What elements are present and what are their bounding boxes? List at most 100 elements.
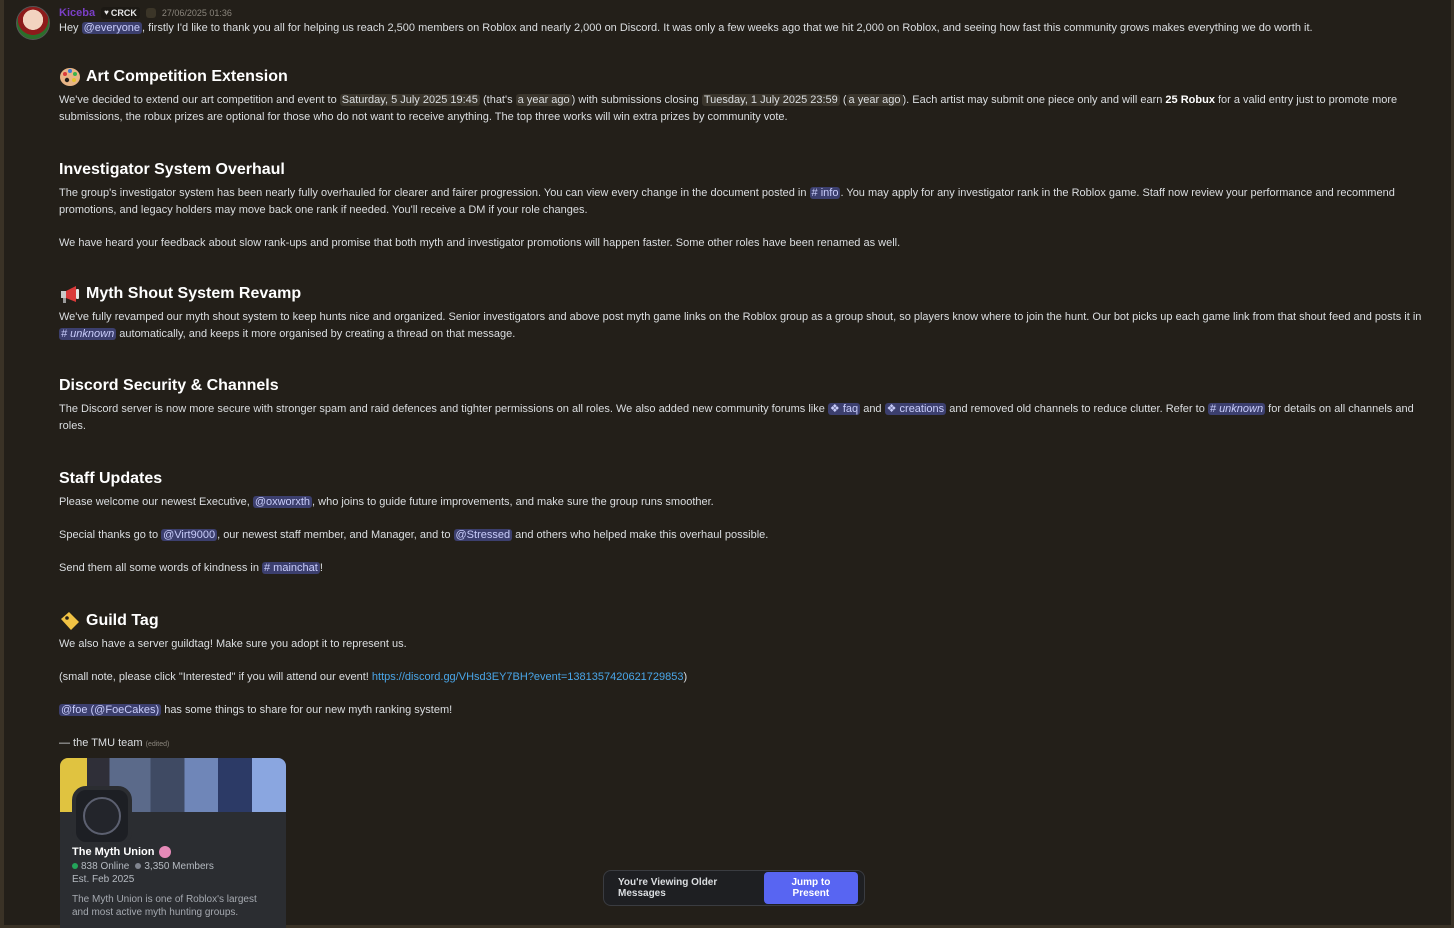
edited-label: (edited) <box>145 741 170 748</box>
staff-paragraph-2: Special thanks go to @Virt9000, our newe… <box>59 527 1419 544</box>
security-text-2: and <box>860 403 885 415</box>
server-invite-card[interactable]: The Myth Union 838 Online 3,350 Members … <box>60 758 286 928</box>
art-date-1[interactable]: Saturday, 5 July 2025 19:45 <box>339 94 480 106</box>
guild-tag-label: CRCK <box>110 7 137 18</box>
guild-heading: Guild Tag <box>59 610 1419 632</box>
shout-text-1: We've fully revamped our myth shout syst… <box>59 311 1422 323</box>
guild-tag-badge[interactable]: ♥ CRCK <box>101 6 140 19</box>
art-text-1: We've decided to extend our art competit… <box>59 94 340 106</box>
mention-virt9000[interactable]: @Virt9000 <box>161 529 218 541</box>
intro-block: Hey @everyone, firstly I'd like to thank… <box>59 20 1429 37</box>
mention-everyone[interactable]: @everyone <box>81 22 143 34</box>
art-relative-2[interactable]: a year ago <box>846 94 903 106</box>
palette-icon <box>60 68 80 86</box>
guild-paragraph-2: (small note, please click "Interested" i… <box>59 669 1419 686</box>
server-name-label: The Myth Union <box>72 846 155 858</box>
art-date-2[interactable]: Tuesday, 1 July 2025 23:59 <box>701 94 840 106</box>
shout-section: Myth Shout System Revamp We've fully rev… <box>59 283 1424 343</box>
staff-text-1a: Please welcome our newest Executive, <box>59 496 253 508</box>
security-text-1: The Discord server is now more secure wi… <box>59 403 828 415</box>
member-count-label: 3,350 Members <box>144 861 214 872</box>
message-timestamp: 27/06/2025 01:36 <box>161 7 232 18</box>
shout-paragraph: We've fully revamped our myth shout syst… <box>59 309 1424 343</box>
intro-paragraph: Hey @everyone, firstly I'd like to thank… <box>59 20 1429 37</box>
mention-oxworxth[interactable]: @oxworxth <box>252 496 313 508</box>
guild-section: Guild Tag We also have a server guildtag… <box>59 610 1419 753</box>
online-dot-icon <box>72 863 78 869</box>
server-emblem <box>83 797 121 835</box>
channel-link-mainchat[interactable]: # mainchat <box>262 562 320 574</box>
guild-text-2a: (small note, please click "Interested" i… <box>59 671 372 683</box>
shield-heart-icon: ♥ <box>104 8 109 17</box>
staff-text-2a: Special thanks go to <box>59 529 162 541</box>
art-title: Art Competition Extension <box>86 68 288 85</box>
investigator-text-1: The group's investigator system has been… <box>59 187 810 199</box>
partner-badge-icon <box>158 846 171 858</box>
staff-text-2c: and others who helped make this overhaul… <box>512 529 769 541</box>
security-title: Discord Security & Channels <box>59 377 279 394</box>
art-heading: Art Competition Extension <box>59 66 1419 88</box>
art-paragraph: We've decided to extend our art competit… <box>59 92 1419 126</box>
server-description: The Myth Union is one of Roblox's larges… <box>72 894 257 918</box>
security-text-3: and removed old channels to reduce clutt… <box>946 403 1208 415</box>
art-section: Art Competition Extension We've decided … <box>59 66 1419 126</box>
server-established: Est. Feb 2025 <box>72 874 135 885</box>
jump-to-present-button[interactable]: Jump to Present <box>763 872 858 904</box>
forum-faq-label: faq <box>842 403 859 415</box>
guild-text-3: has some things to share for our new myt… <box>161 704 453 716</box>
event-link[interactable]: https://discord.gg/VHsd3EY7BH?event=1381… <box>372 671 684 683</box>
staff-text-1b: , who joins to guide future improvements… <box>312 496 714 508</box>
investigator-paragraph-1: The group's investigator system has been… <box>59 185 1399 219</box>
forum-link-faq[interactable]: ❖ faq <box>827 403 861 415</box>
megaphone-icon <box>61 286 79 303</box>
forum-icon: ❖ <box>886 403 900 415</box>
channel-link-info[interactable]: # info <box>809 187 841 199</box>
intro-text: , firstly I'd like to thank you all for … <box>142 22 1313 34</box>
staff-section: Staff Updates Please welcome our newest … <box>59 468 1419 577</box>
art-relative-1[interactable]: a year ago <box>515 94 572 106</box>
art-text-2: (that's <box>479 94 516 106</box>
art-bold-reward: 25 Robux <box>1165 94 1215 106</box>
guild-text-2b: ) <box>683 671 688 683</box>
security-heading: Discord Security & Channels <box>59 375 1414 397</box>
security-section: Discord Security & Channels The Discord … <box>59 375 1414 435</box>
mention-foe[interactable]: @foe (@FoeCakes) <box>59 704 162 716</box>
investigator-paragraph-2: We have heard your feedback about slow r… <box>59 237 901 249</box>
mention-stressed[interactable]: @Stressed <box>453 529 513 541</box>
guild-title: Guild Tag <box>86 612 159 629</box>
server-stats: 838 Online 3,350 Members <box>72 861 214 872</box>
message: Kiceba ♥ CRCK 27/06/2025 01:36 Hey @ever… <box>59 6 1429 749</box>
forum-creations-label: creations <box>899 403 945 415</box>
investigator-title: Investigator System Overhaul <box>59 161 285 178</box>
username[interactable]: Kiceba <box>59 7 95 19</box>
member-count: 3,350 Members <box>135 861 214 872</box>
staff-text-3b: ! <box>319 562 323 574</box>
signature: — the TMU team (edited) <box>59 735 1419 753</box>
channel-link-unknown[interactable]: # unknown <box>59 328 117 340</box>
staff-text-3a: Send them all some words of kindness in <box>59 562 262 574</box>
older-messages-bar: You're Viewing Older Messages Jump to Pr… <box>603 870 865 906</box>
forum-icon: ❖ <box>829 403 843 415</box>
user-avatar[interactable] <box>16 6 50 40</box>
label-tag-icon <box>61 612 79 630</box>
security-paragraph: The Discord server is now more secure wi… <box>59 401 1414 435</box>
forum-link-creations[interactable]: ❖ creations <box>884 403 947 415</box>
message-header: Kiceba ♥ CRCK 27/06/2025 01:36 <box>59 6 1429 19</box>
staff-paragraph-1: Please welcome our newest Executive, @ox… <box>59 494 1419 511</box>
staff-paragraph-3: Send them all some words of kindness in … <box>59 560 1419 577</box>
signature-text: — the TMU team <box>59 737 143 749</box>
shout-text-2: automatically, and keeps it more organis… <box>116 328 516 340</box>
guild-paragraph-1: We also have a server guildtag! Make sur… <box>59 638 407 650</box>
members-dot-icon <box>135 863 142 869</box>
intro-hey: Hey <box>59 22 82 34</box>
art-text-4: ( <box>839 94 847 106</box>
channel-link-unknown[interactable]: # unknown <box>1207 403 1266 415</box>
left-edge <box>0 0 4 928</box>
art-text-3: ) with submissions closing <box>571 94 702 106</box>
staff-heading: Staff Updates <box>59 468 1419 490</box>
art-text-5: ). Each artist may submit one piece only… <box>902 94 1166 106</box>
role-icon <box>145 7 156 18</box>
staff-title: Staff Updates <box>59 470 163 487</box>
server-name[interactable]: The Myth Union <box>72 846 171 858</box>
guild-paragraph-3: @foe (@FoeCakes) has some things to shar… <box>59 702 1419 719</box>
